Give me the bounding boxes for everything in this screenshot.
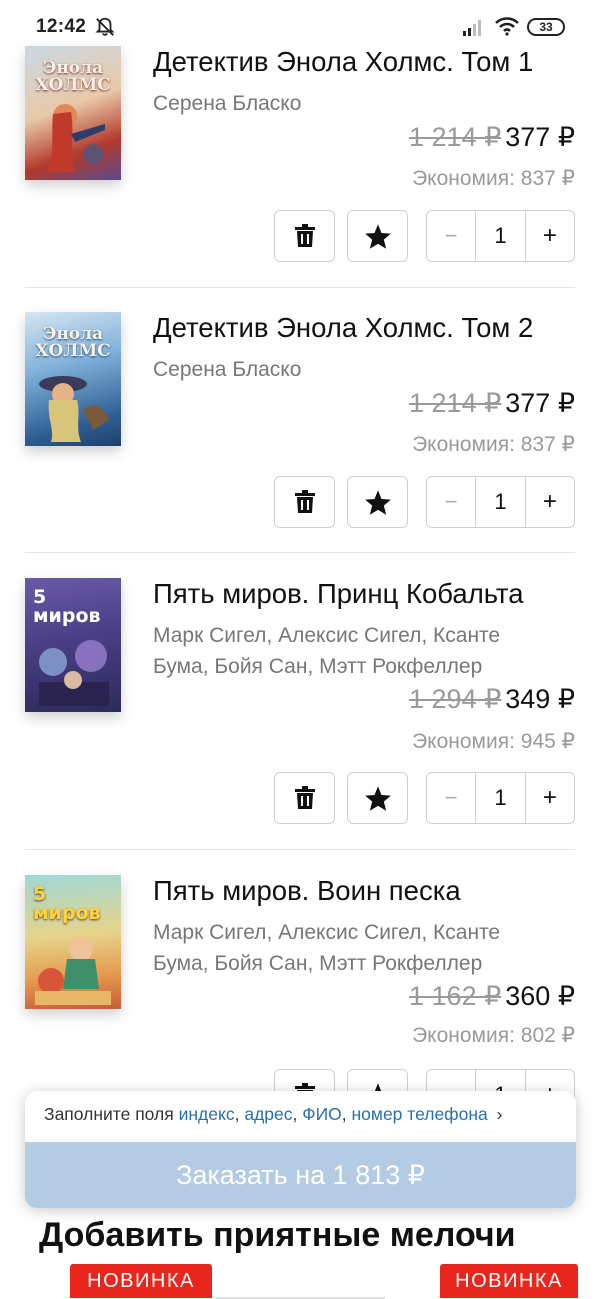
increase-button[interactable]: + xyxy=(524,477,574,527)
item-prices: 1 214 ₽ 377 ₽ xyxy=(409,119,575,155)
savings-label: Экономия: 837 ₽ xyxy=(412,433,575,456)
item-authors: Марк Сигел, Алексис Сигел, Ксанте xyxy=(153,921,501,944)
item-authors: Марк Сигел, Алексис Сигел, Ксанте xyxy=(153,624,501,647)
cover-title: Энола ХОЛМС xyxy=(35,324,111,361)
cover-illustration xyxy=(35,937,111,1005)
decrease-button[interactable]: − xyxy=(427,773,477,823)
favorite-button[interactable] xyxy=(347,476,408,528)
decrease-button[interactable]: − xyxy=(427,477,477,527)
delete-button[interactable] xyxy=(274,772,335,824)
old-price: 1 214 ₽ xyxy=(409,121,502,152)
new-price: 360 ₽ xyxy=(505,980,575,1011)
order-panel: Заполните поля индекс, адрес, ФИО, номер… xyxy=(25,1091,576,1208)
trash-icon xyxy=(294,224,315,247)
item-authors: Бума, Бойя Сан, Мэтт Рокфеллер xyxy=(153,655,483,678)
status-bar: 12:42 33 xyxy=(0,0,600,50)
savings-label: Экономия: 945 ₽ xyxy=(412,730,575,753)
bell-off-icon xyxy=(95,17,115,36)
new-badge: НОВИНКА xyxy=(70,1264,212,1298)
item-title[interactable]: Пять миров. Принц Кобальта xyxy=(153,578,524,610)
book-cover[interactable]: Энола ХОЛМС xyxy=(25,312,121,446)
item-authors: Серена Бласко xyxy=(153,92,302,115)
field-link-index[interactable]: индекс xyxy=(179,1104,235,1124)
cover-title: Энола ХОЛМС xyxy=(35,58,111,95)
star-icon xyxy=(364,489,391,515)
comma: , xyxy=(341,1104,347,1124)
old-price: 1 294 ₽ xyxy=(409,683,502,714)
quantity-value[interactable]: 1 xyxy=(476,773,524,823)
new-price: 377 ₽ xyxy=(505,387,575,418)
cover-title: 5 миров xyxy=(33,883,101,924)
delete-button[interactable] xyxy=(274,476,335,528)
new-badge: НОВИНКА xyxy=(440,1264,578,1298)
old-price: 1 162 ₽ xyxy=(409,980,502,1011)
cover-illustration xyxy=(39,640,109,706)
field-link-phone[interactable]: номер телефона xyxy=(352,1104,488,1124)
quantity-value[interactable]: 1 xyxy=(476,211,524,261)
item-authors: Бума, Бойя Сан, Мэтт Рокфеллер xyxy=(153,952,483,975)
savings-label: Экономия: 802 ₽ xyxy=(412,1024,575,1047)
star-icon xyxy=(364,785,391,811)
comma: , xyxy=(234,1104,240,1124)
cover-illustration xyxy=(47,104,105,172)
decrease-button[interactable]: − xyxy=(427,211,477,261)
divider xyxy=(25,287,575,288)
cart-item: Энола ХОЛМС Детектив Энола Холмс. Том 1 … xyxy=(25,44,575,274)
cart-item: 5 миров Пять миров. Принц Кобальта Марк … xyxy=(25,576,575,826)
cover-title: 5 миров xyxy=(33,586,101,627)
increase-button[interactable]: + xyxy=(524,773,574,823)
item-prices: 1 294 ₽ 349 ₽ xyxy=(409,681,575,717)
signal-icon xyxy=(463,20,481,36)
star-icon xyxy=(364,223,391,249)
order-button[interactable]: Заказать на 1 813 ₽ xyxy=(25,1142,576,1208)
hint-prefix: Заполните поля xyxy=(44,1104,174,1124)
favorite-button[interactable] xyxy=(347,772,408,824)
favorite-button[interactable] xyxy=(347,210,408,262)
field-link-address[interactable]: адрес xyxy=(244,1104,292,1124)
section-title: Добавить приятные мелочи xyxy=(39,1216,516,1254)
comma: , xyxy=(292,1104,298,1124)
increase-button[interactable]: + xyxy=(524,211,574,261)
trash-icon xyxy=(294,490,315,513)
book-cover[interactable]: 5 миров xyxy=(25,578,121,712)
cart-item: 5 миров Пять миров. Воин песка Марк Сиге… xyxy=(25,873,575,1121)
item-title[interactable]: Пять миров. Воин песка xyxy=(153,875,461,907)
savings-label: Экономия: 837 ₽ xyxy=(412,167,575,190)
new-price: 377 ₽ xyxy=(505,121,575,152)
book-cover[interactable]: 5 миров xyxy=(25,875,121,1009)
quantity-stepper: − 1 + xyxy=(426,476,575,528)
quantity-value[interactable]: 1 xyxy=(476,477,524,527)
cover-illustration xyxy=(39,376,109,442)
trash-icon xyxy=(294,786,315,809)
field-link-name[interactable]: ФИО xyxy=(302,1104,342,1124)
chevron-right-icon: › xyxy=(496,1104,503,1124)
battery-indicator: 33 xyxy=(527,18,565,36)
divider xyxy=(25,849,575,850)
status-time: 12:42 xyxy=(36,16,87,37)
new-price: 349 ₽ xyxy=(505,683,575,714)
divider xyxy=(25,552,575,553)
old-price: 1 214 ₽ xyxy=(409,387,502,418)
item-prices: 1 214 ₽ 377 ₽ xyxy=(409,385,575,421)
cart-item: Энола ХОЛМС Детектив Энола Холмс. Том 2 … xyxy=(25,310,575,540)
wifi-icon xyxy=(495,17,519,36)
delete-button[interactable] xyxy=(274,210,335,262)
quantity-stepper: − 1 + xyxy=(426,210,575,262)
item-title[interactable]: Детектив Энола Холмс. Том 2 xyxy=(153,312,533,344)
item-title[interactable]: Детектив Энола Холмс. Том 1 xyxy=(153,46,533,78)
item-authors: Серена Бласко xyxy=(153,358,302,381)
quantity-stepper: − 1 + xyxy=(426,772,575,824)
item-prices: 1 162 ₽ 360 ₽ xyxy=(409,978,575,1014)
book-cover[interactable]: Энола ХОЛМС xyxy=(25,46,121,180)
order-hint[interactable]: Заполните поля индекс, адрес, ФИО, номер… xyxy=(44,1104,502,1125)
